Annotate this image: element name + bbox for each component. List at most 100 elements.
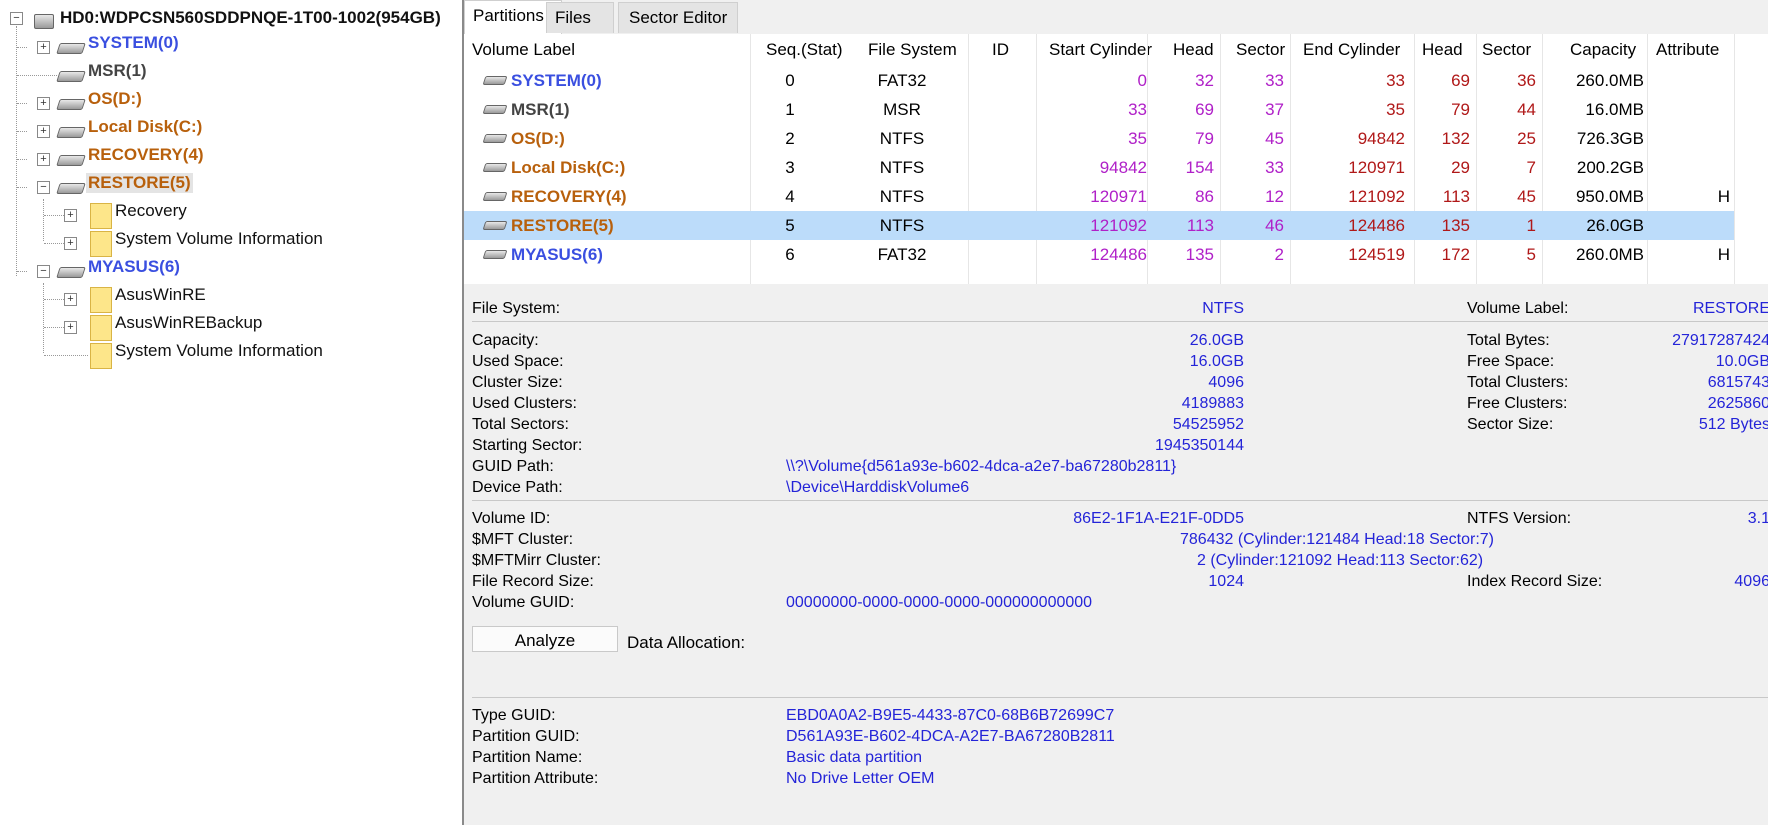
- column-header-end-head[interactable]: Head: [1422, 34, 1463, 66]
- label-volume-guid: Volume GUID:: [472, 594, 575, 611]
- value-sector-size: 512 Bytes: [1698, 416, 1768, 433]
- cell-end-cylinder: 35: [1386, 100, 1405, 119]
- value-total-clusters: 6815743: [1707, 374, 1768, 391]
- column-header-file-system[interactable]: File System: [868, 34, 957, 66]
- column-divider[interactable]: [1734, 34, 1735, 284]
- table-row[interactable]: MYASUS(6) 6 FAT32 124486 135 2 124519 172 5 260.0…: [464, 240, 1734, 269]
- cell-seq-stat: 6: [785, 245, 795, 264]
- cell-end-cylinder: 33: [1386, 71, 1405, 90]
- disk-root-label[interactable]: HD0:WDPCSN560SDDPNQE-1T00-1002(954GB): [60, 8, 441, 28]
- value-file-system: NTFS: [1202, 300, 1244, 317]
- cell-attribute: [1650, 66, 1730, 95]
- label-partition-guid: Partition GUID:: [472, 728, 580, 745]
- cell-start-sector: 2: [1274, 245, 1284, 264]
- tree-item-msr-1-[interactable]: MSR(1): [88, 61, 147, 81]
- label-partition-name: Partition Name:: [472, 749, 583, 766]
- table-row[interactable]: RECOVERY(4) 4 NTFS 120971 86 12 121092 113 45 950…: [464, 182, 1734, 211]
- cell-start-head: 86: [1195, 187, 1214, 206]
- cell-start-sector: 46: [1265, 216, 1284, 235]
- collapse-toggle[interactable]: −: [37, 265, 50, 278]
- partition-disk-icon: [482, 221, 508, 230]
- tree-item-system-0-[interactable]: SYSTEM(0): [88, 33, 179, 53]
- tree-item-restore-5-[interactable]: RESTORE(5): [86, 173, 193, 193]
- table-row[interactable]: OS(D:) 2 NTFS 35 79 45 94842 132 25 726.3GB: [464, 124, 1734, 153]
- section-divider: [472, 500, 1768, 501]
- collapse-toggle[interactable]: −: [37, 181, 50, 194]
- cell-end-cylinder: 124519: [1348, 245, 1405, 264]
- folder-icon: [90, 203, 112, 229]
- expand-toggle[interactable]: +: [64, 321, 77, 334]
- column-header-start-head[interactable]: Head: [1173, 34, 1214, 66]
- tree-folder-asuswinre[interactable]: AsusWinRE: [115, 285, 206, 305]
- label-capacity: Capacity:: [472, 332, 539, 349]
- expand-toggle[interactable]: +: [37, 153, 50, 166]
- value-device-path: \Device\HarddiskVolume6: [786, 479, 970, 496]
- tree-folder-system-volume-information[interactable]: System Volume Information: [115, 341, 323, 361]
- label-total-bytes: Total Bytes:: [1467, 332, 1550, 349]
- column-header-attribute[interactable]: Attribute: [1656, 34, 1720, 66]
- table-row[interactable]: RESTORE(5) 5 NTFS 121092 113 46 124486 135 1 26.0…: [464, 211, 1734, 240]
- expand-toggle[interactable]: +: [64, 209, 77, 222]
- expand-toggle[interactable]: +: [64, 293, 77, 306]
- tree-folder-recovery[interactable]: Recovery: [115, 201, 187, 221]
- cell-end-cylinder: 120971: [1348, 158, 1405, 177]
- cell-start-sector: 33: [1265, 158, 1284, 177]
- table-row[interactable]: SYSTEM(0) 0 FAT32 0 32 33 33 69 36 260.0MB: [464, 66, 1734, 95]
- column-header-end-sector[interactable]: Sector: [1482, 34, 1532, 66]
- column-header-seq-stat[interactable]: Seq.(Stat): [766, 34, 843, 66]
- column-header-id[interactable]: ID: [992, 34, 1009, 66]
- tree-folder-system-volume-information[interactable]: System Volume Information: [115, 229, 323, 249]
- table-row[interactable]: MSR(1) 1 MSR 33 69 37 35 79 44 16.0MB: [464, 95, 1734, 124]
- cell-start-cylinder: 33: [1128, 100, 1147, 119]
- column-header-volume-label[interactable]: Volume Label: [472, 34, 576, 66]
- tree-item-recovery-4-[interactable]: RECOVERY(4): [88, 145, 204, 165]
- cell-seq-stat: 1: [785, 100, 795, 119]
- tree-item-myasus-6-[interactable]: MYASUS(6): [88, 257, 180, 277]
- tab-files[interactable]: Files: [546, 2, 614, 33]
- expand-toggle[interactable]: +: [37, 97, 50, 110]
- expand-toggle[interactable]: +: [37, 41, 50, 54]
- collapse-toggle-root[interactable]: −: [10, 12, 23, 25]
- cell-id: [970, 124, 1020, 153]
- cell-file-system: NTFS: [879, 187, 925, 206]
- expand-toggle[interactable]: +: [64, 237, 77, 250]
- value-volume-id: 86E2-1F1A-E21F-0DD5: [1073, 510, 1244, 527]
- column-header-start-cylinder[interactable]: Start Cylinder: [1049, 34, 1152, 66]
- cell-file-system: NTFS: [879, 216, 925, 235]
- cell-attribute: [1650, 124, 1730, 153]
- cell-capacity: 26.0GB: [1586, 216, 1644, 235]
- label-data-allocation: Data Allocation:: [627, 633, 746, 652]
- tree-folder-asuswinrebackup[interactable]: AsusWinREBackup: [115, 313, 262, 333]
- tree-line: [44, 327, 64, 328]
- cell-id: [970, 95, 1020, 124]
- folder-icon: [90, 315, 112, 341]
- column-header-start-sector[interactable]: Sector: [1236, 34, 1286, 66]
- cell-file-system: FAT32: [877, 245, 927, 264]
- tree-item-local-disk-c-[interactable]: Local Disk(C:): [88, 117, 202, 137]
- cell-end-sector: 5: [1526, 245, 1536, 264]
- table-row[interactable]: Local Disk(C:) 3 NTFS 94842 154 33 120971 29 7 20…: [464, 153, 1734, 182]
- cell-capacity: 260.0MB: [1575, 245, 1644, 264]
- tree-item-os-d-[interactable]: OS(D:): [88, 89, 142, 109]
- label-file-record-size: File Record Size:: [472, 573, 594, 590]
- expand-toggle[interactable]: +: [37, 125, 50, 138]
- tab-sector-editor[interactable]: Sector Editor: [618, 2, 738, 33]
- partition-disk-icon: [482, 250, 508, 259]
- analyze-button[interactable]: Analyze: [472, 626, 618, 652]
- cell-end-cylinder: 124486: [1348, 216, 1405, 235]
- cell-end-sector: 25: [1517, 129, 1536, 148]
- cell-volume-label: RECOVERY(4): [511, 187, 627, 206]
- cell-id: [970, 240, 1020, 269]
- tree-line: [17, 159, 27, 160]
- cell-start-cylinder: 121092: [1090, 216, 1147, 235]
- value-guid-path: \\?\Volume{d561a93e-b602-4dca-a2e7-ba672…: [786, 458, 1177, 475]
- value-capacity: 26.0GB: [1189, 332, 1244, 349]
- column-header-capacity[interactable]: Capacity: [1570, 34, 1637, 66]
- column-header-end-cylinder[interactable]: End Cylinder: [1303, 34, 1401, 66]
- tree-line: [43, 283, 44, 353]
- cell-end-head: 69: [1451, 71, 1470, 90]
- partition-table: Volume Label Seq.(Stat) File System ID Start…: [464, 34, 1768, 284]
- cell-attribute: [1650, 211, 1730, 240]
- tree-line: [17, 271, 27, 272]
- cell-start-sector: 37: [1265, 100, 1284, 119]
